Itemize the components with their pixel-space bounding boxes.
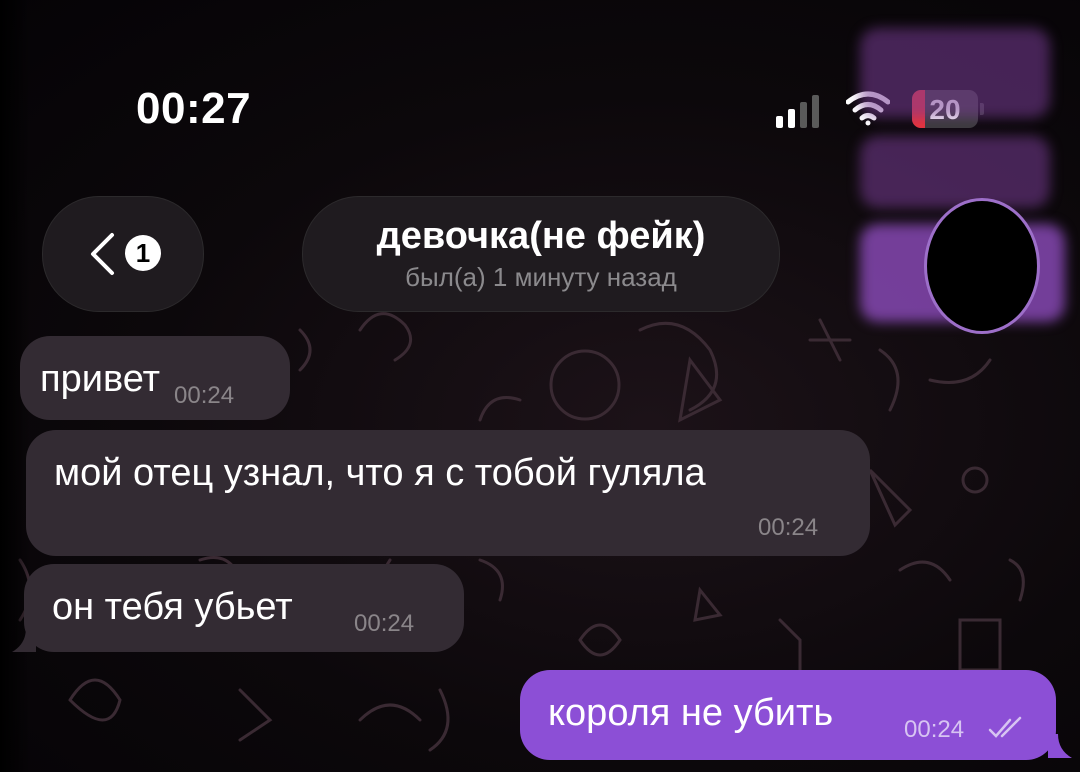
contact-avatar[interactable] (924, 198, 1040, 334)
message-text: он тебя убьет (52, 586, 293, 628)
message-text: привет (40, 358, 160, 400)
message-bubble-outgoing[interactable]: короля не убить 00:24 (520, 670, 1056, 760)
message-time: 00:24 (174, 382, 235, 409)
chat-title: девочка(не фейк) (376, 215, 706, 257)
unread-count-badge: 1 (125, 235, 161, 271)
status-time: 00:27 (136, 84, 252, 133)
message-time: 00:24 (904, 716, 965, 743)
blurred-overlay (852, 18, 1080, 334)
chevron-left-icon (91, 233, 114, 275)
message-text: короля не убить (548, 692, 834, 734)
message-time: 00:24 (758, 514, 819, 541)
last-seen-status: был(а) 1 минуту назад (405, 262, 677, 292)
back-button[interactable]: 1 (42, 196, 204, 312)
bubble-tail (12, 628, 36, 652)
chat-header[interactable]: девочка(не фейк) был(а) 1 минуту назад (302, 196, 780, 312)
message-time: 00:24 (354, 610, 415, 637)
message-bubble-incoming[interactable]: мой отец узнал, что я с тобой гуляла 00:… (26, 430, 870, 556)
bubble-tail (1048, 734, 1072, 758)
chat-screen: 00:27 20 1 девочка(не фейк) был(а) 1 мин… (0, 0, 1080, 772)
double-check-icon (988, 716, 1022, 738)
message-bubble-incoming[interactable]: привет 00:24 (20, 336, 290, 420)
message-bubble-incoming[interactable]: он тебя убьет 00:24 (24, 564, 464, 652)
message-text: мой отец узнал, что я с тобой гуляла (54, 452, 706, 494)
signal-icon (776, 94, 828, 128)
